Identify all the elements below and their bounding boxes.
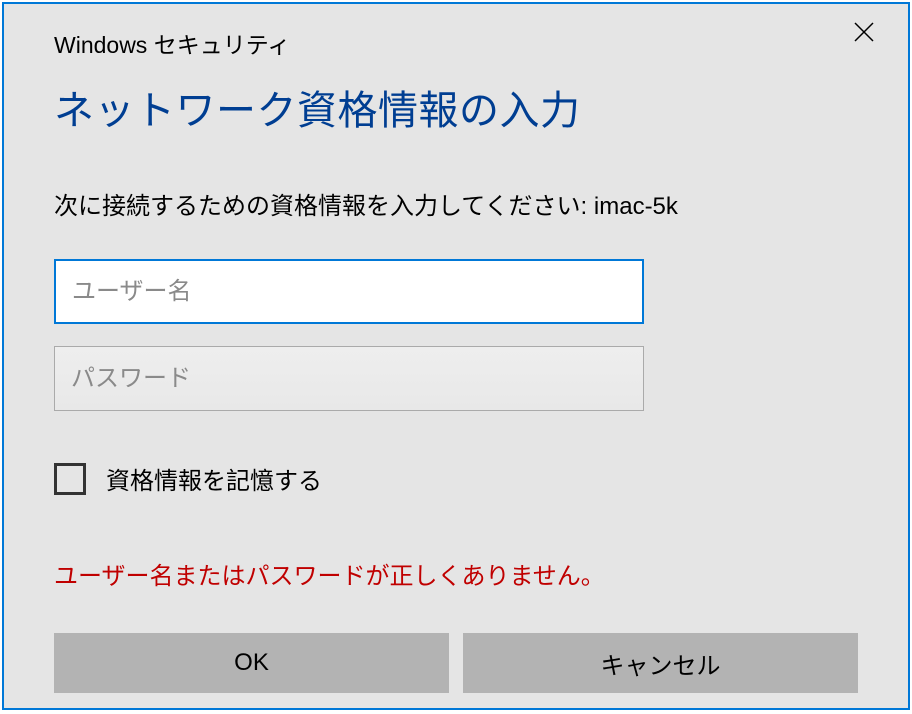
remember-credentials-label: 資格情報を記憶する [106, 461, 322, 496]
error-message: ユーザー名またはパスワードが正しくありません。 [54, 556, 858, 591]
close-button[interactable] [840, 14, 888, 50]
titlebar-title: Windows セキュリティ [54, 16, 290, 60]
dialog-content: ネットワーク資格情報の入力 次に接続するための資格情報を入力してください: im… [4, 78, 908, 693]
dialog-heading: ネットワーク資格情報の入力 [54, 78, 858, 136]
close-icon [852, 20, 876, 44]
ok-button[interactable]: OK [54, 633, 449, 693]
password-input[interactable] [54, 346, 644, 411]
remember-credentials-checkbox[interactable] [54, 463, 86, 495]
username-input[interactable] [54, 259, 644, 324]
titlebar: Windows セキュリティ [4, 4, 908, 60]
remember-credentials-row: 資格情報を記憶する [54, 461, 858, 496]
security-dialog: Windows セキュリティ ネットワーク資格情報の入力 次に接続するための資格… [2, 2, 910, 710]
cancel-button[interactable]: キャンセル [463, 633, 858, 693]
button-row: OK キャンセル [54, 633, 858, 693]
instruction-text: 次に接続するための資格情報を入力してください: imac-5k [54, 186, 858, 221]
